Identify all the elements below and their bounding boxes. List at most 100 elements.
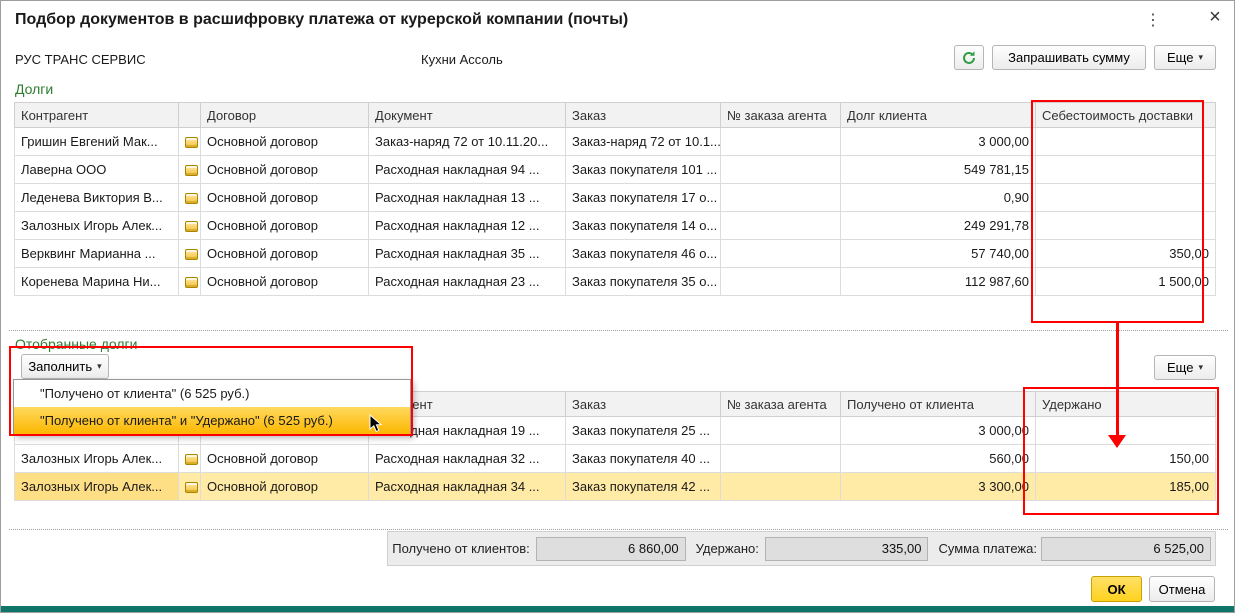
column-header-counterparty[interactable]: Контрагент bbox=[15, 103, 179, 128]
cell-icon[interactable] bbox=[179, 240, 201, 268]
cell-document[interactable]: Расходная накладная 12 ... bbox=[369, 212, 566, 240]
cell-agent-order[interactable] bbox=[721, 445, 841, 473]
cell-counterparty[interactable]: Залозных Игорь Алек... bbox=[15, 473, 179, 501]
selected-debts-section-title: Отобранные долги bbox=[15, 336, 137, 352]
cell-document[interactable]: Расходная накладная 13 ... bbox=[369, 184, 566, 212]
cell-order[interactable]: Заказ покупателя 40 ... bbox=[566, 445, 721, 473]
cell-order[interactable]: Заказ покупателя 35 о... bbox=[566, 268, 721, 296]
cell-delivery-cost[interactable]: 350,00 bbox=[1036, 240, 1216, 268]
cell-contract[interactable]: Основной договор bbox=[201, 473, 369, 501]
cell-document[interactable]: Расходная накладная 32 ... bbox=[369, 445, 566, 473]
table-row-selected[interactable]: Залозных Игорь Алек... Основной договор … bbox=[15, 473, 1216, 501]
cell-document[interactable]: Расходная накладная 23 ... bbox=[369, 268, 566, 296]
cell-document[interactable]: Расходная накладная 35 ... bbox=[369, 240, 566, 268]
cell-order[interactable]: Заказ покупателя 25 ... bbox=[566, 417, 721, 445]
cell-client-debt[interactable]: 549 781,15 bbox=[841, 156, 1036, 184]
cell-agent-order[interactable] bbox=[721, 240, 841, 268]
column-header-delivery-cost[interactable]: Себестоимость доставки bbox=[1036, 103, 1216, 128]
cell-withheld[interactable]: 150,00 bbox=[1036, 445, 1216, 473]
cell-contract[interactable]: Основной договор bbox=[201, 156, 369, 184]
cell-client-debt[interactable]: 249 291,78 bbox=[841, 212, 1036, 240]
cell-agent-order[interactable] bbox=[721, 417, 841, 445]
cell-contract[interactable]: Основной договор bbox=[201, 445, 369, 473]
column-header-order[interactable]: Заказ bbox=[566, 103, 721, 128]
ok-button[interactable]: ОК bbox=[1091, 576, 1142, 602]
request-sum-button[interactable]: Запрашивать сумму bbox=[992, 45, 1146, 70]
cell-delivery-cost[interactable] bbox=[1036, 212, 1216, 240]
cell-order[interactable]: Заказ покупателя 101 ... bbox=[566, 156, 721, 184]
cell-client-debt[interactable]: 0,90 bbox=[841, 184, 1036, 212]
menu-item-received-and-withheld[interactable]: "Получено от клиента" и "Удержано" (6 52… bbox=[14, 407, 410, 434]
cell-delivery-cost[interactable]: 1 500,00 bbox=[1036, 268, 1216, 296]
cell-document[interactable]: Заказ-наряд 72 от 10.11.20... bbox=[369, 128, 566, 156]
cell-delivery-cost[interactable] bbox=[1036, 128, 1216, 156]
cell-counterparty[interactable]: Залозных Игорь Алек... bbox=[15, 212, 179, 240]
column-header-order[interactable]: Заказ bbox=[566, 392, 721, 417]
cell-icon[interactable] bbox=[179, 268, 201, 296]
cell-agent-order[interactable] bbox=[721, 128, 841, 156]
cell-agent-order[interactable] bbox=[721, 212, 841, 240]
cell-contract[interactable]: Основной договор bbox=[201, 268, 369, 296]
table-row[interactable]: Залозных Игорь Алек... Основной договор … bbox=[15, 445, 1216, 473]
cell-agent-order[interactable] bbox=[721, 184, 841, 212]
column-header-icon[interactable] bbox=[179, 103, 201, 128]
cell-counterparty[interactable]: Коренева Марина Ни... bbox=[15, 268, 179, 296]
menu-item-received[interactable]: "Получено от клиента" (6 525 руб.) bbox=[14, 380, 410, 407]
cell-counterparty[interactable]: Гришин Евгений Мак... bbox=[15, 128, 179, 156]
more-button-top[interactable]: Еще ▾ bbox=[1154, 45, 1216, 70]
cell-counterparty[interactable]: Леденева Виктория В... bbox=[15, 184, 179, 212]
cell-icon[interactable] bbox=[179, 128, 201, 156]
column-header-withheld[interactable]: Удержано bbox=[1036, 392, 1216, 417]
cell-agent-order[interactable] bbox=[721, 156, 841, 184]
cell-icon[interactable] bbox=[179, 473, 201, 501]
cell-received[interactable]: 3 300,00 bbox=[841, 473, 1036, 501]
cell-withheld[interactable] bbox=[1036, 417, 1216, 445]
cell-received[interactable]: 560,00 bbox=[841, 445, 1036, 473]
cell-order[interactable]: Заказ-наряд 72 от 10.1... bbox=[566, 128, 721, 156]
table-row[interactable]: Коренева Марина Ни... Основной договор Р… bbox=[15, 268, 1216, 296]
cell-contract[interactable]: Основной договор bbox=[201, 212, 369, 240]
cell-agent-order[interactable] bbox=[721, 268, 841, 296]
cell-client-debt[interactable]: 3 000,00 bbox=[841, 128, 1036, 156]
cell-contract[interactable]: Основной договор bbox=[201, 184, 369, 212]
column-header-received[interactable]: Получено от клиента bbox=[841, 392, 1036, 417]
table-row[interactable]: Залозных Игорь Алек... Основной договор … bbox=[15, 212, 1216, 240]
cell-agent-order[interactable] bbox=[721, 473, 841, 501]
cell-counterparty[interactable]: Верквинг Марианна ... bbox=[15, 240, 179, 268]
cell-order[interactable]: Заказ покупателя 42 ... bbox=[566, 473, 721, 501]
column-header-client-debt[interactable]: Долг клиента bbox=[841, 103, 1036, 128]
cell-received[interactable]: 3 000,00 bbox=[841, 417, 1036, 445]
fill-button[interactable]: Заполнить ▾ bbox=[21, 354, 109, 379]
table-row[interactable]: Гришин Евгений Мак... Основной договор З… bbox=[15, 128, 1216, 156]
cell-delivery-cost[interactable] bbox=[1036, 156, 1216, 184]
column-header-agent-order[interactable]: № заказа агента bbox=[721, 392, 841, 417]
cell-counterparty[interactable]: Залозных Игорь Алек... bbox=[15, 445, 179, 473]
cancel-button[interactable]: Отмена bbox=[1149, 576, 1215, 602]
cell-icon[interactable] bbox=[179, 156, 201, 184]
cell-icon[interactable] bbox=[179, 212, 201, 240]
cell-document[interactable]: Расходная накладная 94 ... bbox=[369, 156, 566, 184]
column-header-contract[interactable]: Договор bbox=[201, 103, 369, 128]
column-header-agent-order[interactable]: № заказа агента bbox=[721, 103, 841, 128]
cell-icon[interactable] bbox=[179, 445, 201, 473]
cell-order[interactable]: Заказ покупателя 46 о... bbox=[566, 240, 721, 268]
cell-delivery-cost[interactable] bbox=[1036, 184, 1216, 212]
table-row[interactable]: Верквинг Марианна ... Основной договор Р… bbox=[15, 240, 1216, 268]
table-row[interactable]: Леденева Виктория В... Основной договор … bbox=[15, 184, 1216, 212]
refresh-button[interactable] bbox=[954, 45, 984, 70]
cell-withheld[interactable]: 185,00 bbox=[1036, 473, 1216, 501]
cell-order[interactable]: Заказ покупателя 14 о... bbox=[566, 212, 721, 240]
cell-counterparty[interactable]: Лаверна ООО bbox=[15, 156, 179, 184]
cell-client-debt[interactable]: 112 987,60 bbox=[841, 268, 1036, 296]
cell-client-debt[interactable]: 57 740,00 bbox=[841, 240, 1036, 268]
table-row[interactable]: Лаверна ООО Основной договор Расходная н… bbox=[15, 156, 1216, 184]
close-icon[interactable]: × bbox=[1203, 5, 1227, 29]
cell-contract[interactable]: Основной договор bbox=[201, 240, 369, 268]
cell-icon[interactable] bbox=[179, 184, 201, 212]
cell-order[interactable]: Заказ покупателя 17 о... bbox=[566, 184, 721, 212]
column-header-document[interactable]: Документ bbox=[369, 103, 566, 128]
cell-document[interactable]: Расходная накладная 34 ... bbox=[369, 473, 566, 501]
kebab-menu-icon[interactable]: ⋮ bbox=[1143, 10, 1163, 32]
more-button-selected[interactable]: Еще ▾ bbox=[1154, 355, 1216, 380]
cell-contract[interactable]: Основной договор bbox=[201, 128, 369, 156]
